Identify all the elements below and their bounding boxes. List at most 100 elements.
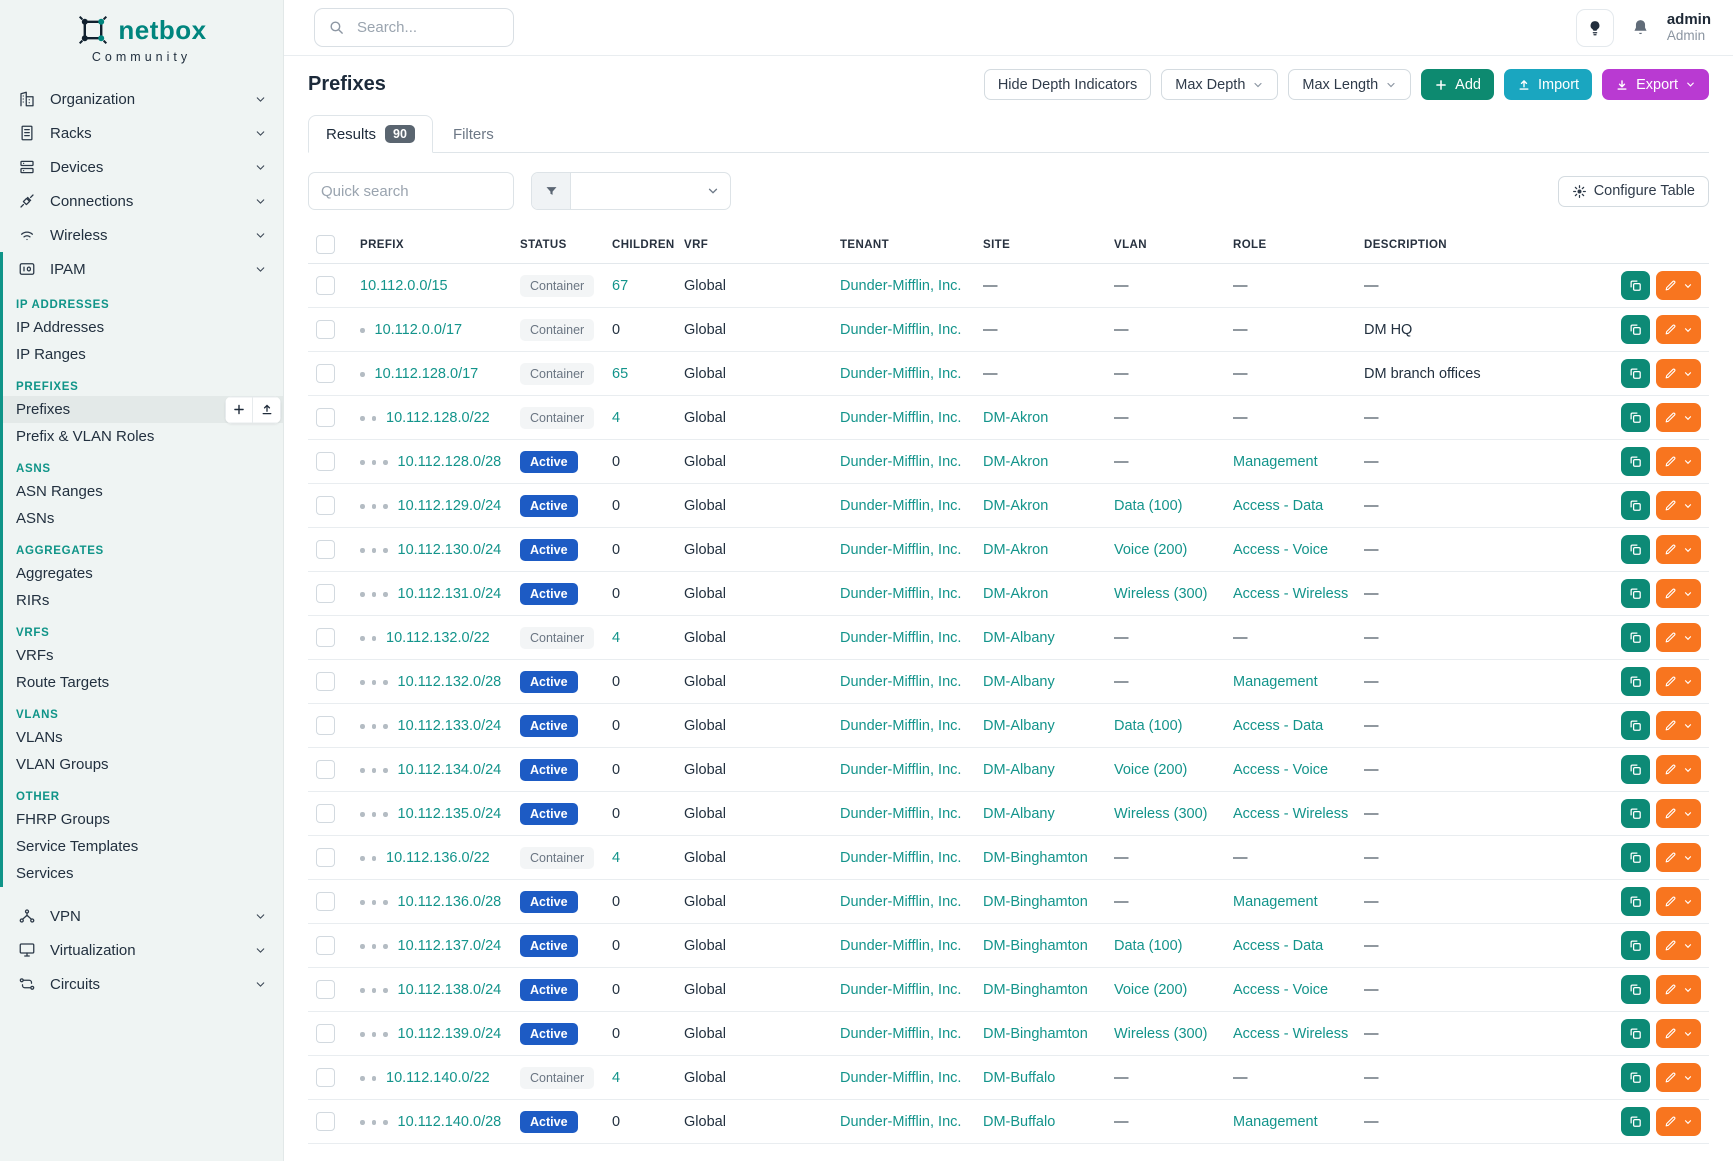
vlan-link[interactable]: Data (100) [1114,498,1183,514]
children-count[interactable]: 4 [612,1070,620,1086]
sidebar-item-ipam[interactable]: IPAM [3,252,283,286]
prefix-link[interactable]: 10.112.136.0/22 [386,850,490,866]
column-header-prefix[interactable]: PREFIX [352,225,512,264]
column-header-tenant[interactable]: TENANT [832,225,975,264]
column-header-status[interactable]: STATUS [512,225,604,264]
row-checkbox[interactable] [316,452,335,471]
tenant-link[interactable]: Dunder-Mifflin, Inc. [840,806,961,822]
sidebar-item-virtualization[interactable]: Virtualization [0,933,283,967]
row-checkbox[interactable] [316,672,335,691]
edit-dropdown-button[interactable] [1656,975,1701,1004]
edit-dropdown-button[interactable] [1656,1107,1701,1136]
site-link[interactable]: DM-Binghamton [983,938,1088,954]
edit-dropdown-button[interactable] [1656,271,1701,300]
tenant-link[interactable]: Dunder-Mifflin, Inc. [840,410,961,426]
tenant-link[interactable]: Dunder-Mifflin, Inc. [840,1026,961,1042]
quick-add-button[interactable] [225,396,253,423]
site-link[interactable]: DM-Akron [983,586,1048,602]
prefix-link[interactable]: 10.112.128.0/22 [386,410,490,426]
column-header-children[interactable]: CHILDREN [604,225,676,264]
site-link[interactable]: DM-Albany [983,762,1055,778]
import-button[interactable]: Import [1504,69,1592,100]
clone-button[interactable] [1621,359,1650,388]
site-link[interactable]: DM-Akron [983,454,1048,470]
clone-button[interactable] [1621,799,1650,828]
edit-dropdown-button[interactable] [1656,843,1701,872]
site-link[interactable]: DM-Buffalo [983,1114,1055,1130]
role-link[interactable]: Access - Wireless [1233,586,1348,602]
site-link[interactable]: DM-Buffalo [983,1070,1055,1086]
row-checkbox[interactable] [316,804,335,823]
row-checkbox[interactable] [316,540,335,559]
edit-dropdown-button[interactable] [1656,931,1701,960]
tenant-link[interactable]: Dunder-Mifflin, Inc. [840,762,961,778]
sidebar-item-wireless[interactable]: Wireless [0,218,283,252]
prefix-link[interactable]: 10.112.128.0/28 [398,454,502,470]
tenant-link[interactable]: Dunder-Mifflin, Inc. [840,718,961,734]
sidebar-item-vlans[interactable]: VLANs [3,724,283,751]
quick-search-input[interactable] [308,172,514,210]
prefix-link[interactable]: 10.112.136.0/28 [398,894,502,910]
prefix-link[interactable]: 10.112.130.0/24 [398,542,502,558]
vlan-link[interactable]: Voice (200) [1114,542,1187,558]
row-checkbox[interactable] [316,364,335,383]
sidebar-item-fhrp-groups[interactable]: FHRP Groups [3,806,283,833]
column-header-vlan[interactable]: VLAN [1106,225,1225,264]
prefix-link[interactable]: 10.112.132.0/22 [386,630,490,646]
site-link[interactable]: DM-Albany [983,718,1055,734]
site-link[interactable]: DM-Binghamton [983,850,1088,866]
clone-button[interactable] [1621,491,1650,520]
theme-toggle-button[interactable] [1576,9,1614,47]
tenant-link[interactable]: Dunder-Mifflin, Inc. [840,586,961,602]
role-link[interactable]: Management [1233,674,1318,690]
column-header-description[interactable]: DESCRIPTION [1356,225,1493,264]
site-link[interactable]: DM-Akron [983,498,1048,514]
select-all-checkbox[interactable] [316,235,335,254]
clone-button[interactable] [1621,755,1650,784]
sidebar-item-prefix-vlan-roles[interactable]: Prefix & VLAN Roles [3,423,283,450]
edit-dropdown-button[interactable] [1656,711,1701,740]
clone-button[interactable] [1621,403,1650,432]
edit-dropdown-button[interactable] [1656,535,1701,564]
vlan-link[interactable]: Voice (200) [1114,982,1187,998]
edit-dropdown-button[interactable] [1656,491,1701,520]
saved-filter-select[interactable] [571,173,730,209]
edit-dropdown-button[interactable] [1656,1063,1701,1092]
prefix-link[interactable]: 10.112.137.0/24 [398,938,502,954]
tenant-link[interactable]: Dunder-Mifflin, Inc. [840,630,961,646]
sidebar-item-route-targets[interactable]: Route Targets [3,669,283,696]
site-link[interactable]: DM-Albany [983,806,1055,822]
prefix-link[interactable]: 10.112.140.0/28 [398,1114,502,1130]
site-link[interactable]: DM-Binghamton [983,982,1088,998]
tenant-link[interactable]: Dunder-Mifflin, Inc. [840,278,961,294]
sidebar-item-organization[interactable]: Organization [0,82,283,116]
row-checkbox[interactable] [316,276,335,295]
site-link[interactable]: DM-Akron [983,410,1048,426]
clone-button[interactable] [1621,1107,1650,1136]
role-link[interactable]: Access - Wireless [1233,806,1348,822]
tenant-link[interactable]: Dunder-Mifflin, Inc. [840,542,961,558]
sidebar-item-asns[interactable]: ASNs [3,505,283,532]
row-checkbox[interactable] [316,496,335,515]
sidebar-item-service-templates[interactable]: Service Templates [3,833,283,860]
vlan-link[interactable]: Wireless (300) [1114,1026,1207,1042]
children-count[interactable]: 4 [612,410,620,426]
sidebar-item-rirs[interactable]: RIRs [3,587,283,614]
sidebar-item-services[interactable]: Services [3,860,283,887]
row-checkbox[interactable] [316,1024,335,1043]
edit-dropdown-button[interactable] [1656,315,1701,344]
tenant-link[interactable]: Dunder-Mifflin, Inc. [840,1070,961,1086]
user-menu[interactable]: admin Admin [1667,11,1711,44]
children-count[interactable]: 65 [612,366,628,382]
tab-results[interactable]: Results 90 [308,115,433,153]
edit-dropdown-button[interactable] [1656,623,1701,652]
prefix-link[interactable]: 10.112.140.0/22 [386,1070,490,1086]
edit-dropdown-button[interactable] [1656,403,1701,432]
vlan-link[interactable]: Wireless (300) [1114,586,1207,602]
notifications-button[interactable] [1630,17,1651,38]
hide-depth-indicators-button[interactable]: Hide Depth Indicators [984,69,1151,100]
clone-button[interactable] [1621,887,1650,916]
prefix-link[interactable]: 10.112.128.0/17 [375,366,479,382]
clone-button[interactable] [1621,711,1650,740]
prefix-link[interactable]: 10.112.0.0/15 [360,278,448,294]
